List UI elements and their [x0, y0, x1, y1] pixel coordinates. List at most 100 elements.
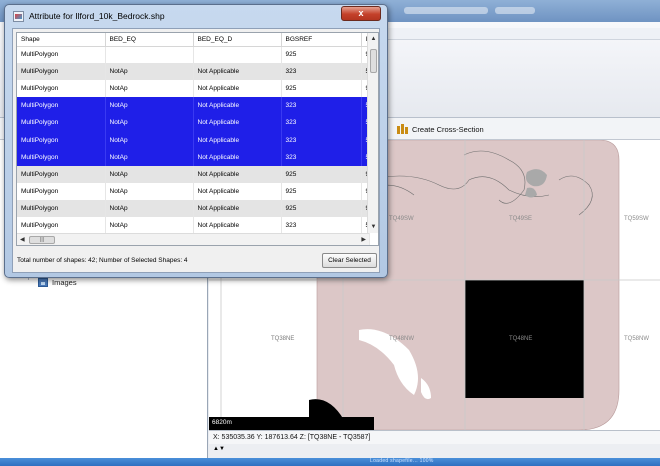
table-cell: Not Applicable — [193, 216, 282, 235]
table-cell: NotAp — [105, 148, 194, 166]
ribbon-strip — [388, 28, 660, 40]
table-cell: NotAp — [105, 97, 194, 115]
scroll-down-icon[interactable]: ▼ — [369, 223, 378, 231]
table-row[interactable]: MultiPolygonNotApNot Applicable3235 — [17, 97, 370, 115]
table-cell: MultiPolygon — [17, 46, 106, 64]
table-cell: Not Applicable — [193, 80, 282, 98]
dialog-titlebar[interactable]: Attribute for Ilford_10k_Bedrock.shp x — [5, 5, 387, 27]
tree-item-images[interactable]: Images — [38, 278, 77, 287]
table-cell — [105, 46, 194, 64]
table-cell: 323 — [281, 97, 362, 115]
images-folder-icon — [38, 278, 48, 287]
table-cell: Not Applicable — [193, 63, 282, 81]
horizontal-scrollbar[interactable]: ◀ ||| ▶ — [17, 233, 369, 245]
scale-label: 6820m — [212, 419, 232, 426]
attribute-table-container: Shape BED_EQ BED_EQ_D BGSREF I MultiPoly… — [16, 32, 379, 246]
cross-section-icon — [397, 124, 408, 134]
table-cell: MultiPolygon — [17, 114, 106, 132]
window-app-icon — [13, 11, 24, 22]
scroll-right-icon[interactable]: ▶ — [361, 236, 366, 243]
table-row[interactable]: MultiPolygonNotApNot Applicable3235 — [17, 63, 370, 81]
table-cell: 925 — [281, 182, 362, 200]
selection-summary: Total number of shapes: 42; Number of Se… — [17, 257, 188, 264]
grid-label: TQ48NE — [509, 336, 532, 342]
table-cell: NotAp — [105, 80, 194, 98]
table-cell: Not Applicable — [193, 199, 282, 217]
table-cell: MultiPolygon — [17, 182, 106, 200]
table-row[interactable]: MultiPolygonNotApNot Applicable9259 — [17, 165, 370, 183]
title-blur — [404, 7, 488, 14]
column-header[interactable]: BGSREF — [281, 33, 362, 47]
table-row[interactable]: MultiPolygonNotApNot Applicable3235 — [17, 114, 370, 132]
table-cell: 925 — [281, 80, 362, 98]
table-cell: 925 — [281, 46, 362, 64]
scroll-thumb[interactable] — [370, 49, 377, 73]
coordinates-text: X: 535035.36 Y: 187613.64 Z: [TQ38NE - T… — [213, 434, 371, 441]
scale-bar: 6820m — [209, 417, 374, 430]
table-cell: NotAp — [105, 182, 194, 200]
grid-label: TQ49SW — [389, 216, 414, 222]
scroll-left-icon[interactable]: ◀ — [20, 236, 25, 243]
close-button[interactable]: x — [341, 6, 381, 21]
coordinates-bar: X: 535035.36 Y: 187613.64 Z: [TQ38NE - T… — [209, 430, 660, 444]
grid-label: TQ38NE — [271, 336, 294, 342]
arrows-glyph: ▲▼ — [213, 446, 225, 452]
table-cell: 323 — [281, 148, 362, 166]
close-icon: x — [358, 8, 364, 18]
table-cell: MultiPolygon — [17, 199, 106, 217]
table-cell: MultiPolygon — [17, 80, 106, 98]
scroll-up-icon[interactable]: ▲ — [369, 35, 378, 43]
grid-label: TQ48NW — [389, 336, 414, 342]
table-row[interactable]: MultiPolygonNotApNot Applicable3235 — [17, 131, 370, 149]
table-cell: Not Applicable — [193, 182, 282, 200]
scroll-thumb[interactable]: ||| — [29, 236, 55, 244]
panel-toggle-arrows[interactable]: ▲▼ — [209, 444, 660, 458]
table-cell: NotAp — [105, 199, 194, 217]
table-cell: MultiPolygon — [17, 97, 106, 115]
title-blur — [495, 7, 535, 14]
create-cross-section-button[interactable]: Create Cross-Section — [397, 122, 484, 136]
table-cell: 323 — [281, 131, 362, 149]
table-row[interactable]: MultiPolygonNotApNot Applicable3235 — [17, 216, 370, 235]
table-cell: NotAp — [105, 63, 194, 81]
table-cell: 323 — [281, 63, 362, 81]
table-cell: 323 — [281, 216, 362, 235]
table-header-row: Shape BED_EQ BED_EQ_D BGSREF I — [17, 33, 370, 47]
table-cell: 925 — [281, 165, 362, 183]
table-cell: Not Applicable — [193, 165, 282, 183]
table-cell: MultiPolygon — [17, 216, 106, 235]
table-cell: NotAp — [105, 131, 194, 149]
grid-label: TQ58NW — [624, 336, 649, 342]
table-row[interactable]: MultiPolygonNotApNot Applicable9259 — [17, 199, 370, 217]
table-cell: Not Applicable — [193, 131, 282, 149]
tree-item-label: Images — [52, 278, 77, 287]
table-cell: MultiPolygon — [17, 63, 106, 81]
column-header[interactable]: BED_EQ_D — [193, 33, 282, 47]
table-cell: 323 — [281, 114, 362, 132]
column-header[interactable]: Shape — [17, 33, 106, 47]
table-cell: Not Applicable — [193, 148, 282, 166]
table-cell: MultiPolygon — [17, 148, 106, 166]
table-cell — [193, 46, 282, 64]
vertical-scrollbar[interactable]: ▲ ▼ — [367, 33, 378, 233]
cross-section-label: Create Cross-Section — [412, 124, 484, 134]
table-row[interactable]: MultiPolygonNotApNot Applicable9259 — [17, 80, 370, 98]
task-status-text: Loaded shapefile... 100% — [370, 458, 434, 464]
attribute-dialog: Attribute for Ilford_10k_Bedrock.shp x S… — [4, 4, 388, 278]
table-row[interactable]: MultiPolygonNotApNot Applicable9259 — [17, 182, 370, 200]
table-cell: NotAp — [105, 114, 194, 132]
status-taskbar: Loaded shapefile... 100% — [0, 458, 660, 466]
clear-selected-button[interactable]: Clear Selected — [322, 253, 377, 268]
table-row[interactable]: MultiPolygonNotApNot Applicable3235 — [17, 148, 370, 166]
column-header[interactable]: BED_EQ — [105, 33, 194, 47]
dialog-title: Attribute for Ilford_10k_Bedrock.shp — [29, 11, 165, 21]
dialog-body: Shape BED_EQ BED_EQ_D BGSREF I MultiPoly… — [12, 28, 380, 273]
table-cell: MultiPolygon — [17, 131, 106, 149]
table-cell: NotAp — [105, 165, 194, 183]
table-row[interactable]: MultiPolygon9259 — [17, 46, 370, 64]
table-cell: MultiPolygon — [17, 165, 106, 183]
table-cell: Not Applicable — [193, 97, 282, 115]
grid-label: TQ59SW — [624, 216, 649, 222]
table-cell: Not Applicable — [193, 114, 282, 132]
table-cell: NotAp — [105, 216, 194, 235]
